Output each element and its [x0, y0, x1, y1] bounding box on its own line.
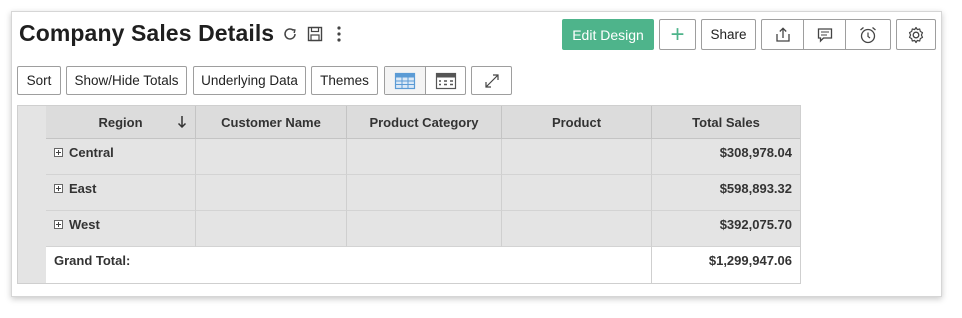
product-cell [502, 139, 652, 175]
report-panel: Company Sales Details Edit Design + Shar… [11, 11, 942, 297]
column-header-product-category[interactable]: Product Category [347, 106, 502, 139]
total-sales-cell: $392,075.70 [652, 211, 800, 247]
region-label: East [69, 181, 97, 196]
refresh-icon[interactable] [280, 24, 300, 44]
region-cell: Central [46, 139, 196, 175]
grand-total-value: $1,299,947.06 [652, 247, 800, 283]
customer-cell [196, 175, 347, 211]
view-toggle-group [384, 66, 466, 95]
category-cell [347, 175, 502, 211]
share-button[interactable]: Share [701, 19, 756, 50]
row-gutter [18, 106, 47, 283]
page-title: Company Sales Details [19, 20, 275, 46]
column-header-product[interactable]: Product [502, 106, 652, 139]
edit-design-button[interactable]: Edit Design [562, 19, 654, 50]
region-cell: East [46, 175, 196, 211]
action-icon-group [761, 19, 891, 50]
region-cell: West [46, 211, 196, 247]
expand-icon[interactable] [54, 220, 63, 229]
add-button[interactable]: + [659, 19, 696, 50]
underlying-data-button[interactable]: Underlying Data [193, 66, 306, 95]
product-cell [502, 175, 652, 211]
themes-button[interactable]: Themes [311, 66, 378, 95]
total-sales-cell: $598,893.32 [652, 175, 800, 211]
column-header-region[interactable]: Region [46, 106, 196, 139]
alarm-icon[interactable] [845, 20, 890, 49]
category-cell [347, 211, 502, 247]
column-header-label: Region [98, 114, 143, 130]
settings-button[interactable] [896, 19, 936, 50]
fullscreen-icon [483, 72, 501, 90]
category-cell [347, 139, 502, 175]
export-icon[interactable] [762, 20, 803, 49]
comment-icon[interactable] [803, 20, 845, 49]
pivot-view-icon[interactable] [385, 67, 425, 94]
sort-down-icon[interactable] [177, 115, 187, 129]
total-sales-cell: $308,978.04 [652, 139, 800, 175]
table-view-icon[interactable] [425, 67, 465, 94]
product-cell [502, 211, 652, 247]
customer-cell [196, 211, 347, 247]
sort-button[interactable]: Sort [17, 66, 61, 95]
column-header-customer-name[interactable]: Customer Name [196, 106, 347, 139]
more-vertical-icon[interactable] [329, 24, 349, 44]
expand-icon[interactable] [54, 148, 63, 157]
expand-icon[interactable] [54, 184, 63, 193]
region-label: West [69, 217, 100, 232]
save-icon[interactable] [305, 24, 325, 44]
pivot-table: Region Customer Name Product Category Pr… [17, 105, 801, 284]
region-label: Central [69, 145, 114, 160]
show-hide-totals-button[interactable]: Show/Hide Totals [66, 66, 187, 95]
fullscreen-button[interactable] [471, 66, 512, 95]
column-header-total-sales[interactable]: Total Sales [652, 106, 800, 139]
settings-icon [906, 25, 926, 45]
customer-cell [196, 139, 347, 175]
grand-total-label: Grand Total: [46, 247, 652, 283]
